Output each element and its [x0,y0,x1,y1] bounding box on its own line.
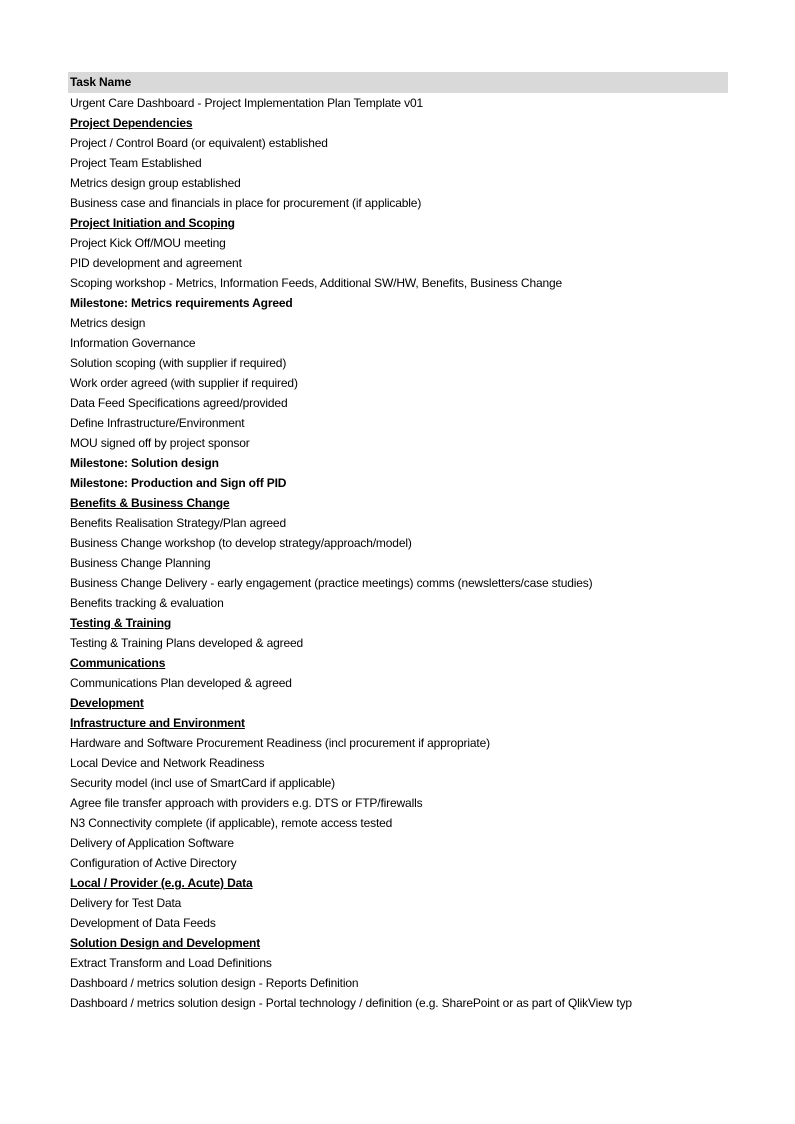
task-row: Information Governance [70,336,196,350]
task-row: Agree file transfer approach with provid… [70,796,423,810]
task-table: Task Name Urgent Care Dashboard - Projec… [68,72,728,1013]
task-row: Configuration of Active Directory [70,856,237,870]
task-row: Development of Data Feeds [70,916,216,930]
section-heading-row: Solution Design and Development [70,936,261,950]
task-row: PID development and agreement [70,256,242,270]
column-header-task-name: Task Name [68,72,728,93]
section-heading-row: Project Initiation and Scoping [70,216,235,230]
task-row: Scoping workshop - Metrics, Information … [70,276,563,290]
task-row: Business case and financials in place fo… [70,196,422,210]
section-heading-row: Infrastructure and Environment [70,716,245,730]
task-row: Dashboard / metrics solution design - Re… [70,976,359,990]
task-row: Business Change Planning [70,556,211,570]
section-heading-row: Benefits & Business Change [70,496,230,510]
task-row: Hardware and Software Procurement Readin… [70,736,490,750]
task-row: Communications Plan developed & agreed [70,676,292,690]
section-heading-row: Development [70,696,144,710]
task-row: Testing & Training Plans developed & agr… [70,636,304,650]
task-row: Local Device and Network Readiness [70,756,265,770]
section-heading-row: Project Dependencies [70,116,193,130]
task-row: Dashboard / metrics solution design - Po… [70,996,632,1010]
task-row: Project Team Established [70,156,202,170]
task-row: Project Kick Off/MOU meeting [70,236,226,250]
task-row: Benefits Realisation Strategy/Plan agree… [70,516,286,530]
milestone-row: Milestone: Metrics requirements Agreed [70,296,293,310]
task-row: Benefits tracking & evaluation [70,596,224,610]
task-row: Business Change Delivery - early engagem… [70,576,593,590]
task-row: Business Change workshop (to develop str… [70,536,412,550]
section-heading-row: Communications [70,656,166,670]
section-heading-row: Testing & Training [70,616,172,630]
task-row: Solution scoping (with supplier if requi… [70,356,287,370]
task-row: N3 Connectivity complete (if applicable)… [70,816,393,830]
task-row: Project / Control Board (or equivalent) … [70,136,328,150]
task-row: MOU signed off by project sponsor [70,436,250,450]
task-row: Define Infrastructure/Environment [70,416,245,430]
task-row: Metrics design group established [70,176,241,190]
task-row: Data Feed Specifications agreed/provided [70,396,288,410]
milestone-row: Milestone: Solution design [70,456,219,470]
task-row: Work order agreed (with supplier if requ… [70,376,298,390]
section-heading-row: Local / Provider (e.g. Acute) Data [70,876,253,890]
task-rows: Urgent Care Dashboard - Project Implemen… [68,93,728,1013]
milestone-row: Milestone: Production and Sign off PID [70,476,287,490]
task-row: Delivery for Test Data [70,896,182,910]
task-row: Urgent Care Dashboard - Project Implemen… [70,96,424,110]
task-row: Extract Transform and Load Definitions [70,956,272,970]
task-row: Security model (incl use of SmartCard if… [70,776,335,790]
task-row: Delivery of Application Software [70,836,234,850]
task-row: Metrics design [70,316,146,330]
